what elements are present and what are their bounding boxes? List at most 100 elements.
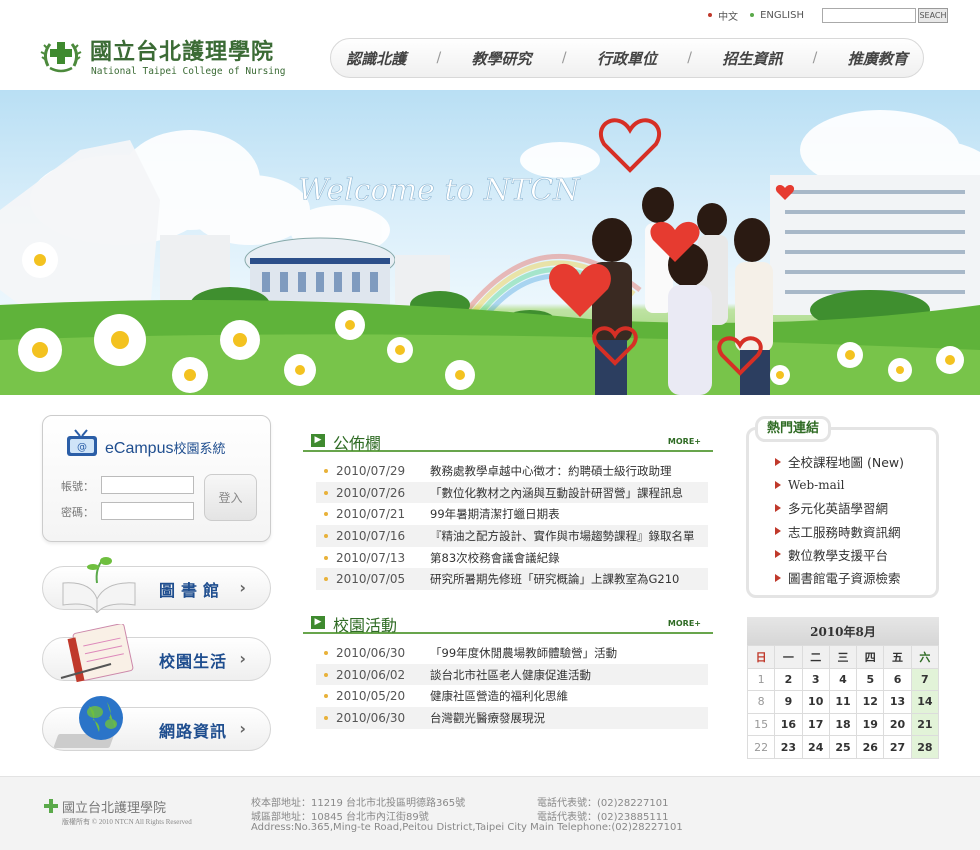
account-label: 帳號： xyxy=(61,480,94,493)
item-title: 台灣觀光醫療發展現況 xyxy=(430,710,545,725)
weekday-header: 四 xyxy=(856,645,885,669)
library-button[interactable]: 圖書館 › xyxy=(42,557,271,613)
footer-telephone-city: 電話代表號：(02)23885111 xyxy=(537,812,669,823)
nav-administration[interactable]: 行政單位 xyxy=(597,48,657,69)
calendar-day[interactable]: 15 xyxy=(746,712,776,737)
list-item[interactable]: 2010/07/13 第83次校務會議會議紀錄 xyxy=(316,547,708,569)
network-info-button[interactable]: 網路資訊 › xyxy=(42,696,271,751)
calendar-day[interactable]: 11 xyxy=(828,690,858,714)
calendar-day[interactable]: 8 xyxy=(746,690,776,714)
account-input[interactable] xyxy=(101,476,194,494)
search-button[interactable]: SEACH xyxy=(918,7,948,23)
announcements-more-link[interactable]: MORE+ xyxy=(668,437,701,446)
hot-link-item[interactable]: 數位教學支援平台 xyxy=(775,543,904,566)
list-item[interactable]: 2010/07/21 99年暑期清潔打蠟日期表 xyxy=(316,503,708,525)
calendar-day[interactable]: 23 xyxy=(774,735,803,759)
hot-link-item[interactable]: 圖書館電子資源檢索 xyxy=(775,566,904,589)
calendar-day[interactable]: 2 xyxy=(774,667,803,692)
weekday-header: 三 xyxy=(828,645,858,669)
calendar-day[interactable]: 16 xyxy=(774,712,803,737)
hero-illustration: Welcome to NTCN xyxy=(0,110,980,395)
list-item[interactable]: 2010/05/20 健康社區營造的福利化思維 xyxy=(316,685,708,707)
hot-link-item[interactable]: 志工服務時數資訊網 xyxy=(775,520,904,543)
hot-link-label: 全校課程地圖 (New) xyxy=(788,455,904,471)
calendar-day[interactable]: 3 xyxy=(801,667,830,692)
calendar-day[interactable]: 6 xyxy=(883,667,912,692)
bullet-icon xyxy=(324,555,328,560)
item-date: 2010/06/30 xyxy=(336,645,406,660)
site-footer: 國立台北護理學院 版權所有 © 2010 NTCN All Rights Res… xyxy=(0,776,980,850)
hot-links-box: 熱門連結 全校課程地圖 (New) Web-mail 多元化英語學習網 志工服務… xyxy=(746,416,939,598)
bullet-icon xyxy=(324,672,328,677)
calendar-day[interactable]: 9 xyxy=(774,690,803,714)
campus-life-button[interactable]: 校園生活 › xyxy=(42,624,271,683)
calendar-day[interactable]: 21 xyxy=(910,712,940,737)
triangle-bullet-icon xyxy=(775,457,781,466)
login-button[interactable]: 登入 xyxy=(204,474,257,521)
calendar-day[interactable]: 1 xyxy=(746,667,776,692)
list-item[interactable]: 2010/07/29 教務處教學卓越中心徵才：約聘碩士級行政助理 xyxy=(316,460,708,482)
lang-zh-link[interactable]: 中文 xyxy=(708,8,738,23)
triangle-bullet-icon xyxy=(775,527,781,536)
list-item[interactable]: 2010/06/30 台灣觀光醫療發展現況 xyxy=(316,707,708,729)
site-logo[interactable]: 國立台北護理學院 National Taipei College of Nurs… xyxy=(40,34,300,80)
calendar-day[interactable]: 19 xyxy=(856,712,885,737)
main-nav: 認識北護 / 教學研究 / 行政單位 / 招生資訊 / 推廣教育 xyxy=(330,38,924,78)
item-title: 「99年度休閒農場教師體驗營」活動 xyxy=(430,645,618,660)
calendar-day[interactable]: 5 xyxy=(856,667,885,692)
lang-en-label: ENGLISH xyxy=(760,9,804,21)
list-item[interactable]: 2010/06/02 談台北市社區老人健康促進活動 xyxy=(316,663,708,686)
list-item[interactable]: 2010/07/16 『精油之配方設計、實作與市場趨勢課程』錄取名單 xyxy=(316,525,708,547)
calendar: 2010年8月 日 一 二 三 四 五 六 1 2 3 4 5 6 7 8 9 … xyxy=(746,617,940,759)
hot-link-label: Web-mail xyxy=(788,477,845,492)
weekday-header: 五 xyxy=(883,645,912,669)
hot-link-item[interactable]: 全校課程地圖 (New) xyxy=(775,450,904,473)
lang-zh-label: 中文 xyxy=(718,11,739,23)
calendar-day[interactable]: 28 xyxy=(910,735,940,759)
welcome-text: Welcome to NTCN xyxy=(298,173,581,208)
bullet-icon xyxy=(324,533,328,538)
search-input[interactable] xyxy=(822,7,916,23)
calendar-day[interactable]: 12 xyxy=(856,690,885,714)
lang-en-link[interactable]: ENGLISH xyxy=(750,10,804,21)
calendar-day[interactable]: 25 xyxy=(828,735,858,759)
chevron-right-icon: › xyxy=(239,578,246,597)
calendar-day[interactable]: 24 xyxy=(801,735,830,759)
footer-copyright: 版權所有 © 2010 NTCN All Rights Reserved xyxy=(62,818,192,826)
triangle-bullet-icon xyxy=(775,573,781,582)
nav-divider: / xyxy=(687,50,692,66)
activities-more-link[interactable]: MORE+ xyxy=(668,619,701,628)
calendar-day[interactable]: 17 xyxy=(801,712,830,737)
hot-link-item[interactable]: 多元化英語學習網 xyxy=(775,496,904,519)
password-input[interactable] xyxy=(101,502,194,520)
calendar-day[interactable]: 7 xyxy=(910,667,940,692)
hot-link-item[interactable]: Web-mail xyxy=(775,473,904,496)
nav-academics[interactable]: 教學研究 xyxy=(472,48,532,69)
list-item[interactable]: 2010/07/05 研究所暑期先修班「研究概論」上課教室為G210 xyxy=(316,568,708,591)
calendar-day[interactable]: 22 xyxy=(746,735,776,759)
library-label: 圖書館 xyxy=(159,581,226,600)
calendar-day[interactable]: 13 xyxy=(883,690,912,714)
calendar-day[interactable]: 18 xyxy=(828,712,858,737)
item-date: 2010/07/16 xyxy=(336,528,406,543)
list-item[interactable]: 2010/06/30 「99年度休閒農場教師體驗營」活動 xyxy=(316,642,708,664)
calendar-day[interactable]: 10 xyxy=(801,690,830,714)
item-title: 教務處教學卓越中心徵才：約聘碩士級行政助理 xyxy=(430,463,672,478)
calendar-day[interactable]: 27 xyxy=(883,735,912,759)
item-title: 研究所暑期先修班「研究概論」上課教室為G210 xyxy=(430,572,680,587)
nav-admissions[interactable]: 招生資訊 xyxy=(722,48,782,69)
triangle-bullet-icon xyxy=(775,480,781,489)
calendar-day[interactable]: 4 xyxy=(828,667,858,692)
svg-text:@: @ xyxy=(77,442,87,453)
footer-telephone-main: 電話代表號：(02)28227101 xyxy=(537,798,669,809)
nav-divider: / xyxy=(561,50,567,66)
calendar-day[interactable]: 14 xyxy=(910,690,940,714)
nav-extension[interactable]: 推廣教育 xyxy=(848,48,908,69)
ecampus-login-box: @ eCampus校園系統 帳號： 密碼： 登入 xyxy=(42,415,271,542)
list-item[interactable]: 2010/07/26 「數位化教材之內涵與互動設計研習營」課程訊息 xyxy=(316,481,708,504)
calendar-day[interactable]: 26 xyxy=(856,735,885,759)
calendar-day[interactable]: 20 xyxy=(883,712,912,737)
nav-about[interactable]: 認識北護 xyxy=(346,48,406,69)
hot-link-label: 多元化英語學習網 xyxy=(788,501,889,517)
nav-divider: / xyxy=(436,50,442,66)
